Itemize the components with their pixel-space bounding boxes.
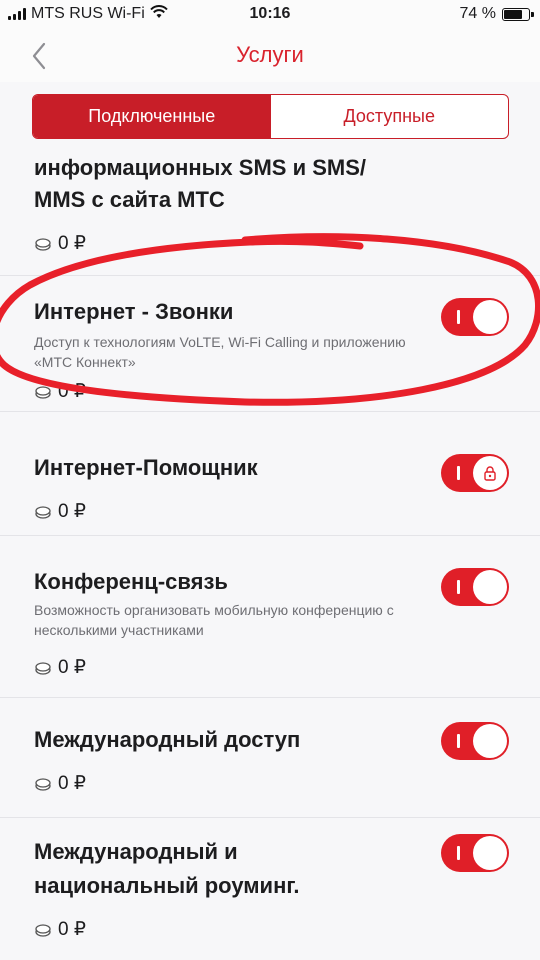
- list-item-internet-calls[interactable]: Интернет - Звонки Доступ к технологиям V…: [0, 276, 540, 412]
- item-price: 0 ₽: [34, 380, 86, 403]
- coins-icon: [35, 505, 51, 519]
- toggle-knob: [473, 836, 507, 870]
- toggle-knob: [473, 300, 507, 334]
- item-description: Доступ к технологиям VoLTE, Wi-Fi Callin…: [34, 334, 406, 370]
- toggle-on-indicator: [457, 580, 460, 594]
- page-title: Услуги: [236, 42, 304, 67]
- lock-icon: [484, 466, 496, 481]
- coins-icon: [35, 923, 51, 937]
- toggle-on-indicator: [457, 310, 460, 324]
- item-title-line1: информационных SMS и SMS/: [34, 155, 366, 180]
- item-title-line2: MMS с сайта МТС: [34, 187, 225, 212]
- item-price: 0 ₽: [34, 918, 86, 941]
- toggle-knob: [473, 724, 507, 758]
- tab-available[interactable]: Доступные: [271, 95, 509, 138]
- list-item-roaming[interactable]: Международный и национальный роуминг. 0 …: [0, 818, 540, 960]
- price-value: 0 ₽: [58, 773, 86, 794]
- item-title: Интернет - Звонки: [34, 299, 234, 324]
- conference-toggle[interactable]: [441, 568, 509, 606]
- list-item-sms-mms[interactable]: информационных SMS и SMS/ MMS с сайта МТ…: [0, 152, 540, 276]
- item-price: 0 ₽: [34, 232, 86, 255]
- list-item-international-access[interactable]: Международный доступ 0 ₽: [0, 698, 540, 818]
- item-price: 0 ₽: [34, 500, 86, 523]
- price-value: 0 ₽: [58, 657, 86, 678]
- item-title: Конференц-связь: [34, 569, 228, 594]
- segmented-control: Подключенные Доступные: [32, 94, 509, 139]
- status-bar: MTS RUS Wi-Fi 10:16 74 %: [0, 0, 540, 30]
- item-title-line2: национальный роуминг.: [34, 873, 300, 898]
- coins-icon: [35, 661, 51, 675]
- battery-icon: [502, 7, 534, 21]
- item-price: 0 ₽: [34, 772, 86, 795]
- toggle-on-indicator: [457, 734, 460, 748]
- international-access-toggle[interactable]: [441, 722, 509, 760]
- toggle-knob: [473, 570, 507, 604]
- item-title: Международный доступ: [34, 727, 301, 752]
- battery-fill: [504, 9, 522, 19]
- item-title-line1: Международный и: [34, 839, 238, 864]
- roaming-toggle[interactable]: [441, 834, 509, 872]
- status-right: 74 %: [459, 5, 534, 23]
- item-price: 0 ₽: [34, 656, 86, 679]
- price-value: 0 ₽: [58, 233, 86, 254]
- toggle-on-indicator: [457, 466, 460, 480]
- services-list[interactable]: информационных SMS и SMS/ MMS с сайта МТ…: [0, 152, 540, 960]
- coins-icon: [35, 237, 51, 251]
- price-value: 0 ₽: [58, 501, 86, 522]
- coins-icon: [35, 777, 51, 791]
- toggle-on-indicator: [457, 846, 460, 860]
- list-item-conference[interactable]: Конференц-связь Возможность организовать…: [0, 536, 540, 698]
- toggle-knob: [473, 456, 507, 490]
- coins-icon: [35, 385, 51, 399]
- nav-bar: Услуги: [0, 30, 540, 82]
- price-value: 0 ₽: [58, 919, 86, 940]
- list-item-internet-helper[interactable]: Интернет-Помощник 0 ₽: [0, 412, 540, 536]
- item-description: Возможность организовать мобильную конфе…: [34, 602, 394, 638]
- battery-percent: 74 %: [459, 5, 496, 22]
- internet-calls-toggle[interactable]: [441, 298, 509, 336]
- item-title: Интернет-Помощник: [34, 455, 258, 480]
- price-value: 0 ₽: [58, 381, 86, 402]
- internet-helper-toggle[interactable]: [441, 454, 509, 492]
- tab-connected[interactable]: Подключенные: [33, 95, 271, 138]
